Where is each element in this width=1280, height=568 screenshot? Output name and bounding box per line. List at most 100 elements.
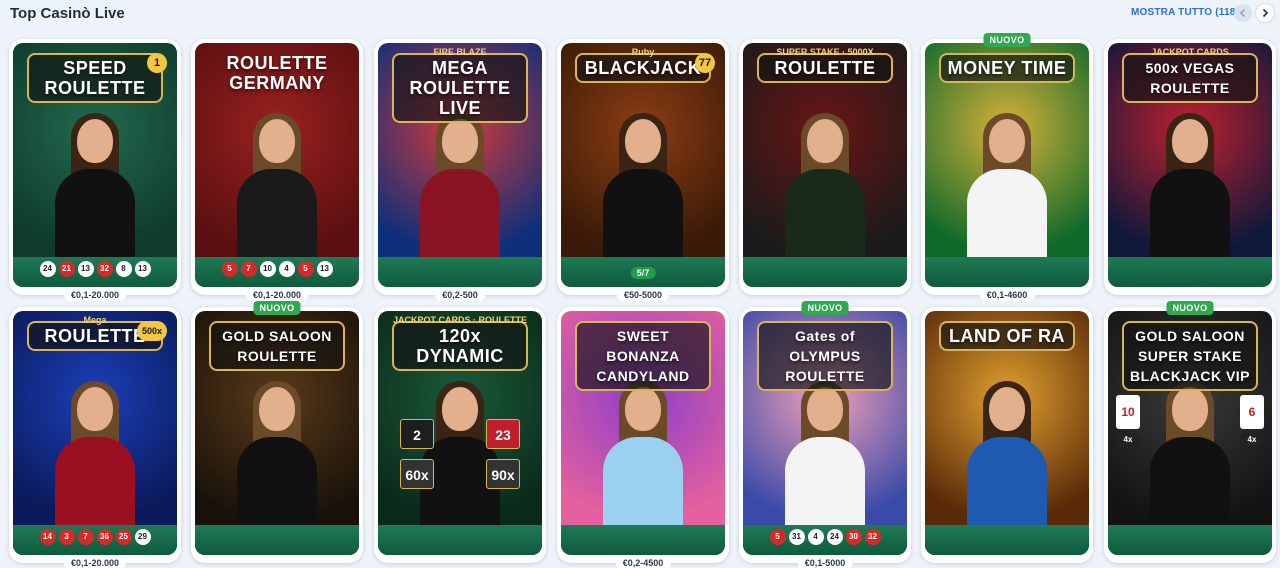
game-title: GOLD SALOON ROULETTE	[209, 321, 345, 371]
dealer-outfit	[1150, 437, 1230, 537]
dealer-head	[1172, 387, 1208, 431]
dealer-outfit	[237, 437, 317, 537]
game-table	[925, 525, 1089, 555]
result-number: 4	[278, 261, 295, 277]
dealer-figure	[49, 381, 141, 537]
playing-card: 10	[1116, 395, 1140, 429]
bet-range: €0,1-20.000	[63, 557, 127, 568]
game-thumbnail[interactable]: ROULETTE GERMANY 5 7 10 4 5 13	[195, 43, 359, 287]
game-title: GOLD SALOON SUPER STAKE BLACKJACK VIP	[1122, 321, 1258, 391]
dealer-head	[77, 119, 113, 163]
game-subtitle: JACKPOT CARDS	[1151, 47, 1229, 57]
game-card[interactable]: SPEED ROULETTE 1 24 21 13 32 8 13 €0,1-20.000	[9, 39, 181, 301]
game-thumbnail[interactable]: MONEY TIME	[925, 43, 1089, 287]
game-card[interactable]: LAND OF RA	[921, 307, 1093, 563]
game-table	[925, 257, 1089, 287]
result-number: 29	[134, 529, 151, 545]
dealer-outfit	[55, 169, 135, 269]
game-title: ROULETTE GERMANY	[226, 53, 328, 93]
dealer-figure	[1144, 381, 1236, 537]
game-thumbnail[interactable]: BLACKJACK Ruby 77 5/7	[561, 43, 725, 287]
dealer-head	[807, 119, 843, 163]
card-multiplier: 4x	[1240, 433, 1264, 447]
game-thumbnail[interactable]: GOLD SALOON ROULETTE	[195, 311, 359, 555]
bet-range: €0,1-4600	[979, 289, 1035, 301]
game-card[interactable]: BLACKJACK Ruby 77 5/7 €50-5000	[557, 39, 729, 301]
result-number: 24	[826, 529, 843, 545]
game-card[interactable]: ROULETTE GERMANY 5 7 10 4 5 13 €0,1-20.000	[191, 39, 363, 301]
game-table	[743, 257, 907, 287]
multiplier-badge: 77	[695, 53, 715, 73]
dealer-head	[625, 119, 661, 163]
game-card[interactable]: 120x DYNAMIC JACKPOT CARDS · ROULETTE 2 23 6…	[374, 307, 546, 563]
bet-range: €0,2-4500	[615, 557, 671, 568]
recent-results: 5 7 10 4 5 13	[195, 261, 359, 279]
dealer-outfit	[967, 437, 1047, 537]
game-card[interactable]: Gates of OLYMPUS ROULETTE 5 31 4 24 30 32 NUOVO…	[739, 301, 911, 568]
dealer-outfit	[1150, 169, 1230, 269]
result-number: 30	[845, 529, 862, 545]
bet-range: €0,1-20.000	[63, 289, 127, 301]
dealer-figure	[1144, 113, 1236, 269]
game-subtitle: JACKPOT CARDS · ROULETTE	[392, 315, 527, 325]
multiplier-tile: 60x	[400, 459, 434, 489]
dealer-outfit	[237, 169, 317, 269]
game-card[interactable]: 500x VEGAS ROULETTE JACKPOT CARDS	[1104, 39, 1276, 295]
game-table	[378, 257, 542, 287]
new-badge: NUOVO	[253, 301, 301, 315]
game-table	[195, 525, 359, 555]
carousel-next-button[interactable]	[1256, 4, 1274, 22]
result-number: 8	[115, 261, 132, 277]
game-subtitle: FIRE BLAZE	[433, 47, 487, 57]
result-number: 4	[807, 529, 824, 545]
game-title: 120x DYNAMIC	[392, 321, 528, 371]
recent-results: 24 21 13 32 8 13	[13, 261, 177, 279]
show-all-link[interactable]: MOSTRA TUTTO (118)	[1131, 7, 1239, 18]
bet-range: €50-5000	[616, 289, 670, 301]
dealer-head	[442, 119, 478, 163]
game-thumbnail[interactable]: 120x DYNAMIC JACKPOT CARDS · ROULETTE 2 23 6…	[378, 311, 542, 555]
dealer-figure	[49, 113, 141, 269]
game-thumbnail[interactable]: SPEED ROULETTE 1 24 21 13 32 8 13	[13, 43, 177, 287]
game-card[interactable]: MONEY TIME NUOVO €0,1-4600	[921, 33, 1093, 301]
card-multiplier: 4x	[1116, 433, 1140, 447]
game-thumbnail[interactable]: ROULETTE Mega 500x 14 3 7 36 25 29	[13, 311, 177, 555]
dealer-figure	[597, 113, 689, 269]
chevron-right-icon	[1262, 8, 1269, 18]
dealer-outfit	[420, 169, 500, 269]
game-thumbnail[interactable]: Gates of OLYMPUS ROULETTE 5 31 4 24 30 32	[743, 311, 907, 555]
game-title: MONEY TIME	[939, 53, 1075, 83]
game-thumbnail[interactable]: MEGA ROULETTE LIVE FIRE BLAZE	[378, 43, 542, 287]
game-card[interactable]: SWEET BONANZA CANDYLAND €0,2-4500	[557, 307, 729, 568]
game-thumbnail[interactable]: ROULETTE SUPER STAKE · 5000X	[743, 43, 907, 287]
recent-results: 5 31 4 24 30 32	[743, 529, 907, 547]
game-thumbnail[interactable]: 500x VEGAS ROULETTE JACKPOT CARDS	[1108, 43, 1272, 287]
result-number: 14	[39, 529, 56, 545]
result-number: 5	[297, 261, 314, 277]
dealer-head	[259, 387, 295, 431]
dealer-figure	[779, 381, 871, 537]
game-card[interactable]: ROULETTE Mega 500x 14 3 7 36 25 29 €0,1-20.000	[9, 307, 181, 568]
carousel-prev-button[interactable]	[1234, 4, 1252, 22]
game-thumbnail[interactable]: LAND OF RA	[925, 311, 1089, 555]
new-badge: NUOVO	[1166, 301, 1214, 315]
result-number: 32	[96, 261, 113, 277]
result-number: 10	[259, 261, 276, 277]
game-card[interactable]: GOLD SALOON SUPER STAKE BLACKJACK VIP 10 6…	[1104, 301, 1276, 563]
dealer-figure	[961, 381, 1053, 537]
dealer-head	[259, 119, 295, 163]
game-title: MEGA ROULETTE LIVE	[392, 53, 528, 123]
game-card[interactable]: GOLD SALOON ROULETTE NUOVO	[191, 301, 363, 563]
multiplier-tile: 90x	[486, 459, 520, 489]
new-badge: NUOVO	[983, 33, 1031, 47]
dealer-outfit	[785, 169, 865, 269]
game-thumbnail[interactable]: SWEET BONANZA CANDYLAND	[561, 311, 725, 555]
playing-card: 6	[1240, 395, 1264, 429]
dealer-outfit	[967, 169, 1047, 269]
game-card[interactable]: MEGA ROULETTE LIVE FIRE BLAZE €0,2-500	[374, 39, 546, 301]
game-card[interactable]: ROULETTE SUPER STAKE · 5000X	[739, 39, 911, 295]
result-number: 13	[77, 261, 94, 277]
result-number: 7	[77, 529, 94, 545]
dealer-figure	[597, 381, 689, 537]
game-thumbnail[interactable]: GOLD SALOON SUPER STAKE BLACKJACK VIP 10 6…	[1108, 311, 1272, 555]
